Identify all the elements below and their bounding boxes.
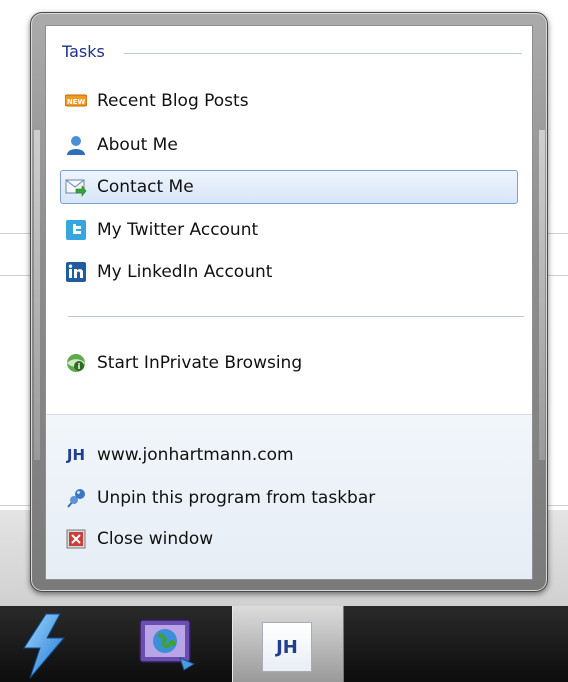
close-window-icon xyxy=(65,528,87,550)
envelope-arrow-icon xyxy=(65,176,87,198)
footer-unpin[interactable]: Unpin this program from taskbar xyxy=(60,481,518,515)
jump-list-footer: JH www.jonhartmann.com Unpin this progra… xyxy=(46,414,532,579)
lightning-icon xyxy=(23,613,66,679)
jump-list: Tasks NEW Recent Blog Posts About Me Con… xyxy=(45,25,533,580)
tasks-divider xyxy=(68,316,524,317)
task-label: About Me xyxy=(97,135,178,155)
svg-text:i: i xyxy=(78,362,81,371)
task-label: Recent Blog Posts xyxy=(97,91,249,111)
tasks-heading: Tasks xyxy=(62,42,105,61)
task-linkedin[interactable]: My LinkedIn Account xyxy=(60,255,518,289)
globe-monitor-icon xyxy=(139,619,196,671)
unpin-icon xyxy=(65,487,87,509)
task-label: Contact Me xyxy=(97,177,194,197)
jh-logo-icon: JH xyxy=(65,444,87,466)
footer-close-window[interactable]: Close window xyxy=(60,522,518,556)
tasks-section: Tasks NEW Recent Blog Posts About Me Con… xyxy=(46,26,532,414)
heading-rule xyxy=(124,53,522,54)
new-badge-text: NEW xyxy=(67,98,86,106)
task-recent-blog-posts[interactable]: NEW Recent Blog Posts xyxy=(60,84,518,118)
person-icon xyxy=(65,134,87,156)
task-twitter[interactable]: My Twitter Account xyxy=(60,213,518,247)
task-label: My LinkedIn Account xyxy=(97,262,273,282)
linkedin-icon xyxy=(65,261,87,283)
taskbar-button-lightning[interactable] xyxy=(0,606,100,682)
inprivate-icon: i xyxy=(65,352,87,374)
footer-label: Close window xyxy=(97,529,214,549)
task-about-me[interactable]: About Me xyxy=(60,128,518,162)
footer-website[interactable]: JH www.jonhartmann.com xyxy=(60,438,518,472)
frame-edge xyxy=(34,130,40,460)
jh-logo-text: JH xyxy=(66,446,86,464)
jh-app-icon: JH xyxy=(262,622,312,672)
twitter-icon xyxy=(65,219,87,241)
footer-label: Unpin this program from taskbar xyxy=(97,488,376,508)
task-inprivate[interactable]: i Start InPrivate Browsing xyxy=(60,346,518,380)
new-badge-icon: NEW xyxy=(64,90,88,112)
task-contact-me[interactable]: Contact Me xyxy=(60,170,518,204)
footer-label: www.jonhartmann.com xyxy=(97,445,294,465)
task-label: Start InPrivate Browsing xyxy=(97,353,303,373)
taskbar-button-globe[interactable] xyxy=(120,606,220,682)
task-label: My Twitter Account xyxy=(97,220,259,240)
frame-edge xyxy=(539,130,545,460)
